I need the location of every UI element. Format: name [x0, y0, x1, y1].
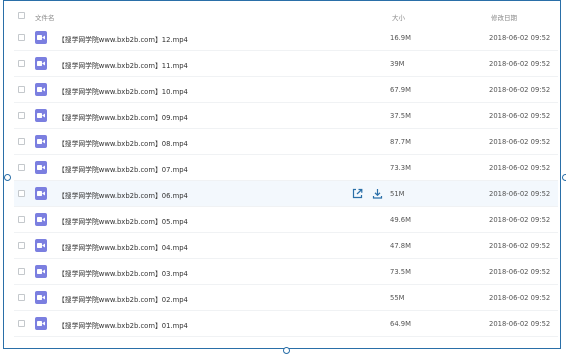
share-icon[interactable] [352, 188, 363, 199]
file-name[interactable]: 【搜学网学院www.bxb2b.com】04.mp4 [58, 242, 188, 252]
file-name[interactable]: 【搜学网学院www.bxb2b.com】07.mp4 [58, 164, 188, 174]
file-modified-date: 2018-06-02 09:52 [489, 242, 551, 250]
column-header-name[interactable]: 文件名 [35, 12, 55, 22]
video-file-icon [35, 291, 47, 304]
file-modified-date: 2018-06-02 09:52 [489, 60, 551, 68]
file-modified-date: 2018-06-02 09:52 [489, 34, 551, 42]
row-checkbox[interactable] [18, 268, 25, 275]
column-header-size[interactable]: 大小 [392, 12, 405, 22]
file-modified-date: 2018-06-02 09:52 [489, 164, 551, 172]
file-size: 16.9M [390, 34, 411, 42]
video-file-icon [35, 239, 47, 252]
video-file-icon [35, 161, 47, 174]
file-name[interactable]: 【搜学网学院www.bxb2b.com】02.mp4 [58, 294, 188, 304]
file-modified-date: 2018-06-02 09:52 [489, 190, 551, 198]
file-modified-date: 2018-06-02 09:52 [489, 138, 551, 146]
select-all-checkbox[interactable] [18, 12, 25, 19]
file-list: 【搜学网学院www.bxb2b.com】12.mp4 16.9M 2018-06-0… [14, 25, 558, 337]
file-name[interactable]: 【搜学网学院www.bxb2b.com】12.mp4 [58, 34, 188, 44]
video-file-icon [35, 57, 47, 70]
file-modified-date: 2018-06-02 09:52 [489, 320, 551, 328]
download-icon[interactable] [372, 188, 383, 199]
file-row[interactable]: 【搜学网学院www.bxb2b.com】09.mp4 37.5M 2018-06-0… [14, 103, 558, 129]
file-modified-date: 2018-06-02 09:52 [489, 86, 551, 94]
file-size: 87.7M [390, 138, 411, 146]
file-name[interactable]: 【搜学网学院www.bxb2b.com】09.mp4 [58, 112, 188, 122]
file-name[interactable]: 【搜学网学院www.bxb2b.com】10.mp4 [58, 86, 188, 96]
file-size: 64.9M [390, 320, 411, 328]
row-checkbox[interactable] [18, 34, 25, 41]
file-row[interactable]: 【搜学网学院www.bxb2b.com】08.mp4 87.7M 2018-06-0… [14, 129, 558, 155]
file-name[interactable]: 【搜学网学院www.bxb2b.com】11.mp4 [58, 60, 188, 70]
file-modified-date: 2018-06-02 09:52 [489, 268, 551, 276]
file-row[interactable]: 【搜学网学院www.bxb2b.com】12.mp4 16.9M 2018-06-0… [14, 25, 558, 51]
file-name[interactable]: 【搜学网学院www.bxb2b.com】01.mp4 [58, 320, 188, 330]
file-list-panel: 文件名 大小 修改日期 【搜学网学院www.bxb2b.com】12.mp4 16… [3, 0, 566, 354]
file-modified-date: 2018-06-02 09:52 [489, 112, 551, 120]
file-size: 39M [390, 60, 405, 68]
file-modified-date: 2018-06-02 09:52 [489, 294, 551, 302]
row-checkbox[interactable] [18, 86, 25, 93]
file-row[interactable]: 【搜学网学院www.bxb2b.com】06.mp4 51M 2018-06-02 … [14, 181, 558, 207]
file-name[interactable]: 【搜学网学院www.bxb2b.com】06.mp4 [58, 190, 188, 200]
video-file-icon [35, 135, 47, 148]
file-modified-date: 2018-06-02 09:52 [489, 216, 551, 224]
video-file-icon [35, 83, 47, 96]
file-name[interactable]: 【搜学网学院www.bxb2b.com】08.mp4 [58, 138, 188, 148]
resize-handle-right[interactable] [562, 174, 566, 181]
video-file-icon [35, 213, 47, 226]
video-file-icon [35, 109, 47, 122]
row-checkbox[interactable] [18, 190, 25, 197]
row-actions [352, 188, 383, 199]
column-header-date[interactable]: 修改日期 [491, 12, 517, 22]
row-checkbox[interactable] [18, 60, 25, 67]
video-file-icon [35, 317, 47, 330]
file-row[interactable]: 【搜学网学院www.bxb2b.com】11.mp4 39M 2018-06-02 … [14, 51, 558, 77]
resize-handle-left[interactable] [3, 174, 11, 181]
file-list-header: 文件名 大小 修改日期 [14, 8, 562, 24]
file-row[interactable]: 【搜学网学院www.bxb2b.com】01.mp4 64.9M 2018-06-0… [14, 311, 558, 337]
row-checkbox[interactable] [18, 242, 25, 249]
row-checkbox[interactable] [18, 294, 25, 301]
file-size: 51M [390, 190, 405, 198]
file-row[interactable]: 【搜学网学院www.bxb2b.com】07.mp4 73.3M 2018-06-0… [14, 155, 558, 181]
file-row[interactable]: 【搜学网学院www.bxb2b.com】02.mp4 55M 2018-06-02 … [14, 285, 558, 311]
file-size: 73.3M [390, 164, 411, 172]
row-checkbox[interactable] [18, 320, 25, 327]
file-size: 47.8M [390, 242, 411, 250]
file-size: 49.6M [390, 216, 411, 224]
file-size: 37.5M [390, 112, 411, 120]
file-row[interactable]: 【搜学网学院www.bxb2b.com】05.mp4 49.6M 2018-06-0… [14, 207, 558, 233]
file-name[interactable]: 【搜学网学院www.bxb2b.com】03.mp4 [58, 268, 188, 278]
file-row[interactable]: 【搜学网学院www.bxb2b.com】10.mp4 67.9M 2018-06-0… [14, 77, 558, 103]
row-checkbox[interactable] [18, 112, 25, 119]
resize-handle-bottom[interactable] [283, 347, 290, 354]
video-file-icon [35, 187, 47, 200]
file-size: 55M [390, 294, 405, 302]
video-file-icon [35, 31, 47, 44]
row-checkbox[interactable] [18, 138, 25, 145]
file-size: 73.5M [390, 268, 411, 276]
row-checkbox[interactable] [18, 216, 25, 223]
row-checkbox[interactable] [18, 164, 25, 171]
file-row[interactable]: 【搜学网学院www.bxb2b.com】04.mp4 47.8M 2018-06-0… [14, 233, 558, 259]
file-size: 67.9M [390, 86, 411, 94]
video-file-icon [35, 265, 47, 278]
file-row[interactable]: 【搜学网学院www.bxb2b.com】03.mp4 73.5M 2018-06-0… [14, 259, 558, 285]
file-name[interactable]: 【搜学网学院www.bxb2b.com】05.mp4 [58, 216, 188, 226]
